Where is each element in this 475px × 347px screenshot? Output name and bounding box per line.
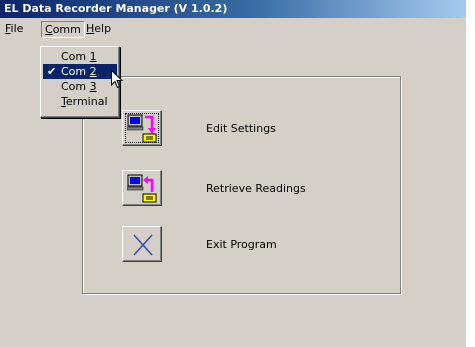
menu-comm[interactable]: Comm (41, 21, 85, 38)
edit-settings-label: Edit Settings (206, 122, 276, 135)
main-window: EL Data Recorder Manager (V 1.0.2) File … (0, 0, 467, 347)
com1-mnemonic: 1 (89, 50, 97, 63)
terminal-after: erminal (65, 95, 108, 108)
menu-item-com1[interactable]: Com 1 (43, 49, 117, 64)
com1-before: Com (61, 50, 90, 63)
com3-mnemonic: 3 (89, 80, 97, 93)
retrieve-readings-button[interactable] (122, 170, 162, 206)
close-x-icon (133, 234, 153, 256)
checkmark-icon: ✔ (47, 65, 57, 78)
recorder-to-computer-icon (127, 174, 157, 203)
com2-before: Com (61, 65, 90, 78)
menu-item-terminal[interactable]: Terminal (43, 94, 117, 109)
menu-comm-after: omm (52, 23, 81, 36)
exit-program-label: Exit Program (206, 238, 277, 251)
com3-before: Com (61, 80, 90, 93)
exit-program-button[interactable] (122, 226, 162, 262)
menu-file-after: ile (10, 22, 24, 35)
mouse-cursor-icon (111, 70, 123, 89)
menu-comm-mnemonic: C (45, 23, 53, 36)
menu-help[interactable]: Help (83, 21, 114, 36)
comm-dropdown-menu: Com 1 ✔ Com 2 Com 3 Terminal (40, 46, 120, 118)
retrieve-readings-label: Retrieve Readings (206, 182, 306, 195)
desktop-edge (466, 0, 475, 347)
title-bar[interactable]: EL Data Recorder Manager (V 1.0.2) (0, 0, 466, 18)
menu-item-com2[interactable]: ✔ Com 2 (43, 64, 117, 79)
menu-item-com3[interactable]: Com 3 (43, 79, 117, 94)
com2-mnemonic: 2 (89, 65, 97, 78)
menu-file[interactable]: File (2, 21, 26, 36)
menu-bar: File Comm Help (0, 20, 466, 38)
window-title: EL Data Recorder Manager (V 1.0.2) (4, 2, 228, 15)
computer-to-recorder-icon (127, 114, 157, 143)
edit-settings-button[interactable] (122, 110, 162, 146)
menu-help-after: elp (94, 22, 112, 35)
